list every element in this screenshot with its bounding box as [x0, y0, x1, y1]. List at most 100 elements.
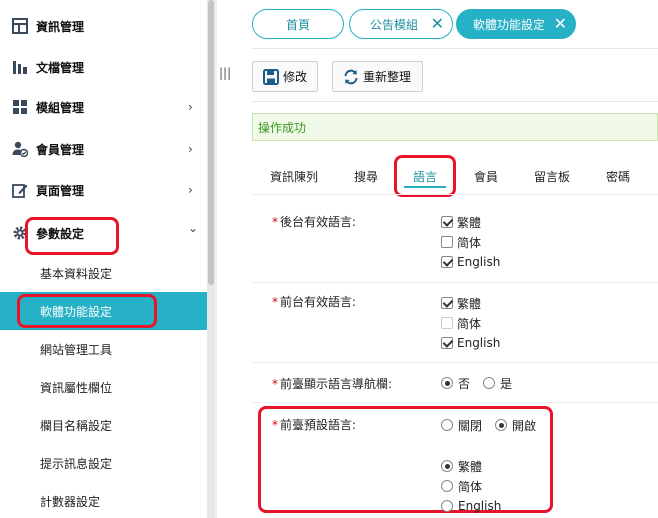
edit-icon [11, 181, 29, 199]
frontend-lang-simplified-checkbox[interactable]: 简体 [441, 315, 481, 331]
tab-search[interactable]: 搜尋 [354, 168, 378, 185]
nav-bar-yes-radio[interactable]: 是 [483, 375, 512, 391]
sidebar-item-label: 模組管理 [36, 100, 85, 115]
option-label: 否 [458, 376, 471, 391]
required-mark: * [272, 377, 278, 391]
option-label: English [458, 499, 502, 513]
radio[interactable] [483, 377, 495, 389]
user-check-icon [11, 140, 29, 158]
sidebar-subitem-column-names[interactable]: 欄目名稱設定 [0, 406, 207, 444]
default-lang-off-radio[interactable]: 關閉 [441, 417, 482, 433]
tab-password[interactable]: 密碼 [606, 168, 630, 185]
refresh-button[interactable]: 重新整理 [332, 61, 423, 92]
close-icon[interactable]: ✕ [431, 14, 444, 34]
checkbox[interactable] [441, 256, 453, 268]
checkbox[interactable] [441, 216, 453, 228]
sidebar-subitem-site-tools[interactable]: 網站管理工具 [0, 330, 207, 368]
sidebar-scrollbar[interactable] [207, 0, 215, 518]
default-lang-english-radio[interactable]: English [441, 498, 501, 514]
option-label: 简体 [457, 235, 482, 250]
sidebar-collapse-handle[interactable]: ||| [219, 62, 231, 84]
checkbox[interactable] [441, 297, 453, 309]
radio[interactable] [441, 419, 453, 431]
sidebar-item-label: 資訊管理 [36, 19, 85, 34]
tab-label: 公告模組 [370, 17, 419, 32]
form-divider [252, 362, 658, 363]
tab-software-features[interactable]: 軟體功能設定 ✕ [456, 9, 576, 39]
sidebar-divider [215, 0, 217, 518]
field-label-text: 前臺預設語言: [280, 418, 357, 432]
success-message-text: 操作成功 [258, 120, 307, 135]
bar-chart-icon [11, 58, 29, 76]
sidebar-item-members[interactable]: 會員管理 › [0, 129, 207, 169]
required-mark: * [272, 418, 278, 432]
sidebar-subitem-software-features[interactable]: 軟體功能設定 [0, 292, 207, 330]
default-lang-traditional-radio[interactable]: 繁體 [441, 458, 482, 474]
refresh-icon [343, 69, 359, 85]
tab-home[interactable]: 首頁 [252, 9, 344, 39]
edit-button[interactable]: 修改 [252, 61, 318, 92]
edit-button-label: 修改 [283, 70, 308, 84]
sidebar-subitem-prompt-messages[interactable]: 提示訊息設定 [0, 444, 207, 482]
frontend-lang-traditional-checkbox[interactable]: 繁體 [441, 295, 481, 311]
form-divider [252, 282, 658, 283]
field-label-text: 前臺顯示語言導航欄: [280, 377, 393, 391]
option-label: English [457, 336, 501, 350]
scrollbar-thumb[interactable] [208, 0, 214, 285]
refresh-button-label: 重新整理 [363, 70, 412, 84]
sidebar-subitem-label: 計數器設定 [40, 494, 101, 509]
radio[interactable] [441, 480, 453, 492]
nav-bar-label: * 前臺顯示語言導航欄: [272, 375, 392, 392]
default-language-label: * 前臺預設語言: [272, 416, 356, 433]
chevron-down-icon: ⌄ [188, 221, 199, 235]
sidebar-item-pages[interactable]: 頁面管理 › [0, 170, 207, 210]
sidebar-item-docs[interactable]: 文檔管理 [0, 47, 207, 87]
sidebar-item-info[interactable]: 資訊管理 [0, 6, 207, 46]
sidebar-subitem-counter[interactable]: 計數器設定 [0, 482, 207, 518]
sidebar-subitem-basic-info[interactable]: 基本資料設定 [0, 254, 207, 292]
tab-announcement[interactable]: 公告模組 ✕ [349, 9, 453, 39]
field-label-text: 前台有效語言: [280, 295, 357, 309]
sidebar-item-modules[interactable]: 模組管理 › [0, 87, 207, 127]
radio[interactable] [441, 500, 453, 512]
checkbox[interactable] [441, 317, 453, 329]
sidebar-subitem-label: 網站管理工具 [40, 342, 113, 357]
backend-lang-traditional-checkbox[interactable]: 繁體 [441, 214, 481, 230]
option-label: 简体 [458, 479, 483, 494]
tab-label: 首頁 [285, 17, 310, 32]
sidebar-item-label: 參數設定 [36, 226, 85, 241]
active-tab-indicator [404, 186, 446, 188]
chevron-right-icon: › [188, 183, 193, 197]
tab-member[interactable]: 會員 [474, 168, 498, 185]
grid-icon [11, 17, 29, 35]
tab-guestbook[interactable]: 留言板 [534, 168, 570, 185]
option-label: 開啟 [512, 418, 537, 433]
option-label: 繁體 [457, 296, 482, 311]
apps-icon [11, 98, 29, 116]
default-lang-simplified-radio[interactable]: 简体 [441, 478, 482, 494]
backend-lang-english-checkbox[interactable]: English [441, 254, 500, 270]
tab-label: 軟體功能設定 [473, 17, 546, 32]
sidebar-item-label: 會員管理 [36, 142, 85, 157]
checkbox[interactable] [441, 337, 453, 349]
sidebar-subitem-info-attributes[interactable]: 資訊屬性欄位 [0, 368, 207, 406]
sidebar-subitem-label: 基本資料設定 [40, 266, 113, 281]
close-icon[interactable]: ✕ [554, 14, 567, 34]
sidebar-item-label: 文檔管理 [36, 60, 85, 75]
nav-bar-no-radio[interactable]: 否 [441, 375, 470, 391]
required-mark: * [272, 215, 278, 229]
tab-info-display[interactable]: 資訊陳列 [270, 168, 318, 185]
option-label: 简体 [457, 316, 482, 331]
sidebar-item-settings[interactable]: 參數設定 ⌄ [0, 213, 207, 253]
radio[interactable] [495, 419, 507, 431]
backend-lang-simplified-checkbox[interactable]: 简体 [441, 234, 481, 250]
option-label: 是 [500, 376, 513, 391]
frontend-lang-english-checkbox[interactable]: English [441, 335, 500, 351]
required-mark: * [272, 295, 278, 309]
default-lang-on-radio[interactable]: 開啟 [495, 417, 536, 433]
tab-language[interactable]: 語言 [413, 168, 437, 185]
radio[interactable] [441, 460, 453, 472]
sidebar-subitem-label: 資訊屬性欄位 [40, 380, 113, 395]
radio[interactable] [441, 377, 453, 389]
checkbox[interactable] [441, 236, 453, 248]
